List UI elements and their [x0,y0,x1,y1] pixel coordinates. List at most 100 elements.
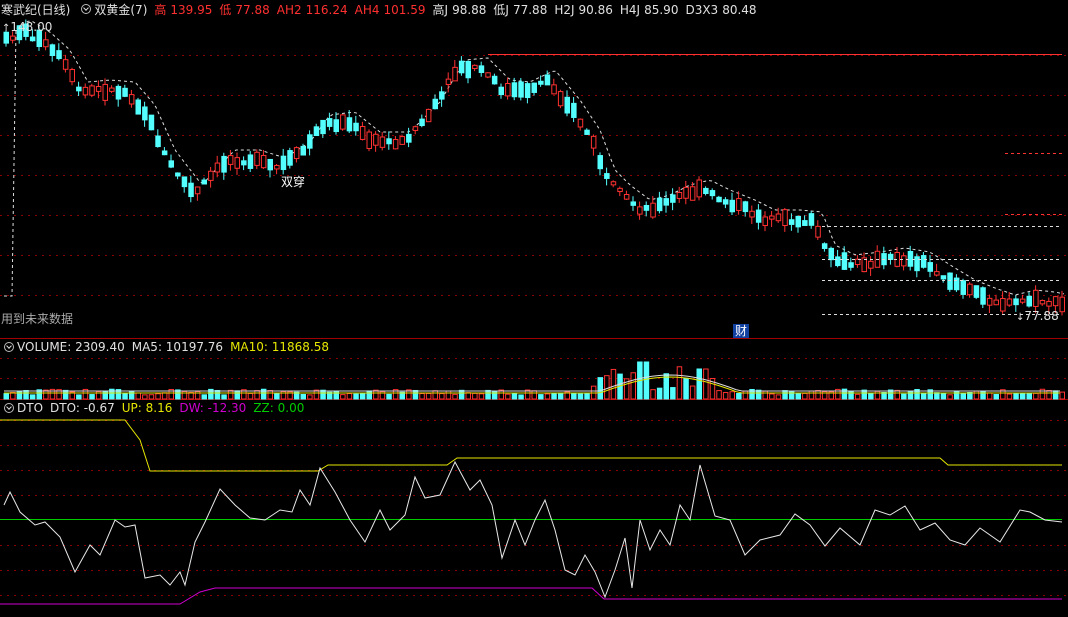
volume-bar [1033,392,1039,400]
volume-bar [254,390,260,400]
candle-body [544,74,551,86]
volume-bar [340,394,346,400]
candle-body [676,192,683,199]
candle-body [102,83,108,101]
volume-bar [920,392,927,400]
main-readouts: 高 139.95 低 77.88 AH2 116.24 AH4 101.59 高J 98.88 低J… [154,1,763,18]
volume-bar [848,390,854,400]
candle-body [788,219,795,225]
candle-body [986,297,993,306]
ma10-readout: MA10: 11868.58 [230,340,330,354]
volume-bar [538,394,544,400]
candle-body [313,126,320,137]
candle-body [808,213,815,226]
candle-body [538,80,544,85]
candle-body [56,50,62,60]
volume-bar [973,390,980,400]
volume-bar [366,390,372,400]
candle-body [795,215,801,228]
dto-readout: DTO: -0.67 [50,401,115,415]
candle-body [531,82,537,93]
candle-body [518,81,524,98]
candle-body [326,118,333,127]
candle-body [498,86,504,96]
candle-body [82,86,89,96]
indicator-selector-icon[interactable] [81,4,92,14]
candle-body [1039,299,1046,305]
candle-body [392,139,399,150]
candle-body [1059,296,1065,313]
volume-bar [425,392,432,400]
volume-bar [419,393,425,400]
volume-ma5-line [4,374,1060,392]
candle-body [267,158,273,171]
candle-body [637,206,643,215]
volume-bar [557,392,564,400]
candle-body [703,187,709,195]
volume-bar [201,394,207,400]
earnings-badge[interactable]: 财 [733,324,749,338]
candle-body [425,108,432,123]
candle-body [161,150,168,156]
volume-bar [683,378,689,400]
volume-bar [386,393,392,400]
candle-body [564,96,570,114]
indicator-name[interactable]: 双黄金(7) [94,1,147,18]
candle-body [835,256,841,267]
volume-bar [584,393,590,400]
volume-bar [736,393,742,400]
volume-bar [445,390,452,400]
candle-body [194,186,201,195]
volume-bar [802,392,808,400]
volume-bar [346,393,353,400]
volume-bar [782,390,788,400]
candle-body [551,84,557,95]
volume-bar [544,393,551,400]
volume-bar [472,392,478,400]
low-price-marker: ↓77.88 [1016,309,1059,323]
candle-body [505,83,511,97]
chart-window[interactable]: 寒武纪(日线) 双黄金(7) 高 139.95 低 77.88 AH2 116.24 AH4… [0,0,1068,614]
readout-item: 低 77.88 [219,2,270,17]
candle-body [227,155,234,165]
candle-body [254,151,260,166]
dto-name[interactable]: DTO [17,401,43,415]
candle-body [307,134,313,149]
stock-name[interactable]: 寒武纪(日线) [1,1,70,18]
candle-body [10,35,16,41]
candle-body [491,75,498,85]
volume-bar [458,389,465,400]
price-ma-dashed-line [4,20,1065,297]
candle-body [960,280,966,295]
candle-body [241,160,247,166]
candle-body [458,60,465,74]
readout-item: 低J 77.88 [493,2,548,17]
candle-body [914,256,920,272]
candle-body [287,150,293,166]
volume-bar [1013,393,1019,400]
candle-body [617,187,623,193]
candle-body [122,87,128,97]
volume-bar [676,366,683,400]
chart-canvas[interactable] [0,0,1068,614]
candle-body [201,179,207,185]
candle-body [848,262,854,268]
volume-selector-icon[interactable] [4,342,14,352]
candle-body [432,98,438,110]
candle-body [214,162,221,173]
candle-body [439,91,445,100]
volume-bar [122,393,128,400]
candle-body [148,114,155,131]
volume-bar [62,389,69,400]
candle-body [135,99,141,115]
volume-bar [769,393,775,400]
candle-body [590,135,597,149]
candle-body [175,172,181,177]
volume-bar [696,368,702,400]
candle-body [821,243,828,249]
volume-bar [1046,390,1052,400]
candle-body [722,199,729,205]
readout-item: D3X3 80.48 [685,2,757,17]
candle-body [155,135,161,148]
dto-selector-icon[interactable] [4,403,14,413]
